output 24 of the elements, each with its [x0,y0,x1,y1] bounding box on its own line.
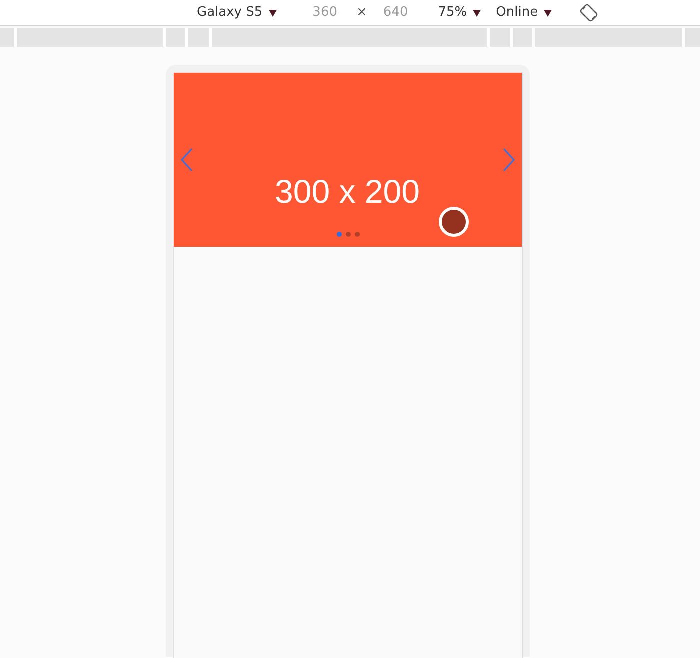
media-query-segment[interactable] [0,28,14,47]
media-query-segment[interactable] [188,28,209,47]
dropdown-button[interactable]: 75% [438,5,482,20]
carousel-dot[interactable] [337,232,342,237]
media-query-segment[interactable] [513,28,532,47]
rotate-icon[interactable] [580,4,598,22]
touch-cursor-icon [439,207,469,237]
caret-icon [544,8,552,16]
media-query-segment[interactable] [490,28,510,47]
media-query-segment[interactable] [17,28,163,47]
slide-caption: 300 x 200 [275,173,420,211]
media-query-segment[interactable] [166,28,185,47]
media-query-segment[interactable] [685,28,700,47]
dropdown-button[interactable]: Online [496,5,552,20]
times-sign: × [356,5,368,20]
carousel-dot[interactable] [355,232,360,237]
chevron-left-icon[interactable] [181,148,193,172]
chevron-right-icon[interactable] [503,148,515,172]
media-query-segment[interactable] [535,28,682,47]
media-query-segment[interactable] [212,28,487,47]
caret-icon [268,8,277,16]
caret-icon [473,8,482,16]
dropdown-button[interactable]: Galaxy S5 [197,5,277,20]
carousel-dot[interactable] [346,232,351,237]
